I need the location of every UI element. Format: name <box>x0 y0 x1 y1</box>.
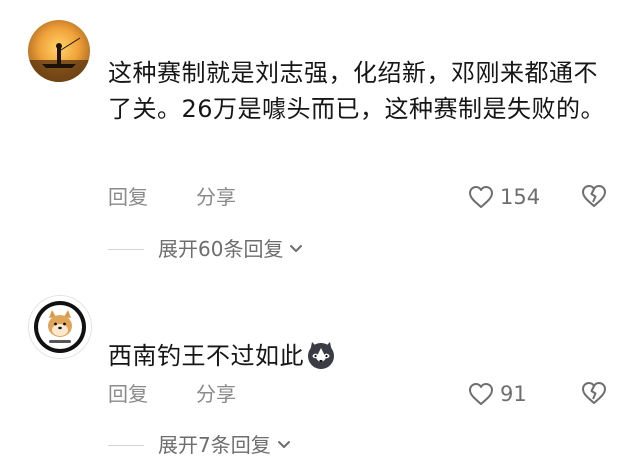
share-button[interactable]: 分享 <box>196 183 236 211</box>
expand-replies-button[interactable]: 展开60条回复 <box>108 235 305 263</box>
share-button[interactable]: 分享 <box>196 380 236 408</box>
heart-icon <box>469 186 493 208</box>
chevron-down-icon <box>290 245 303 252</box>
comment-text: 西南钓王不过如此 <box>108 342 304 370</box>
comment-actions: 回复 分享 91 <box>108 380 608 408</box>
like-button[interactable]: 154 <box>468 183 540 211</box>
comment-actions: 回复 分享 154 <box>108 183 608 211</box>
comment-list: 这种赛制就是刘志强，化绍新，邓刚来都通不了关。26万是噱头而已，这种赛制是失败的… <box>0 0 640 470</box>
reply-button[interactable]: 回复 <box>108 183 148 211</box>
like-count: 154 <box>500 185 541 209</box>
like-button[interactable]: 91 <box>468 380 527 408</box>
dislike-button[interactable] <box>580 183 608 211</box>
broken-heart-icon <box>582 382 606 404</box>
shiba-dog-icon <box>29 296 91 358</box>
divider <box>108 444 144 446</box>
husky-dog-emoji-icon <box>306 340 336 370</box>
like-count: 91 <box>500 382 527 406</box>
dislike-button[interactable] <box>580 380 608 408</box>
sunset-fisherman-icon <box>28 20 90 82</box>
heart-icon <box>469 383 493 405</box>
chevron-down-icon <box>277 441 290 448</box>
avatar[interactable] <box>28 20 90 82</box>
broken-heart-icon <box>582 185 606 207</box>
avatar[interactable] <box>28 295 92 359</box>
comment-text-row: 西南钓王不过如此 <box>108 338 608 374</box>
expand-replies-label: 展开7条回复 <box>158 433 271 457</box>
comment-text: 这种赛制就是刘志强，化绍新，邓刚来都通不了关。26万是噱头而已，这种赛制是失败的… <box>108 59 606 123</box>
expand-replies-button[interactable]: 展开7条回复 <box>108 431 293 459</box>
reply-button[interactable]: 回复 <box>108 380 148 408</box>
divider <box>108 248 144 250</box>
expand-replies-label: 展开60条回复 <box>158 237 284 261</box>
